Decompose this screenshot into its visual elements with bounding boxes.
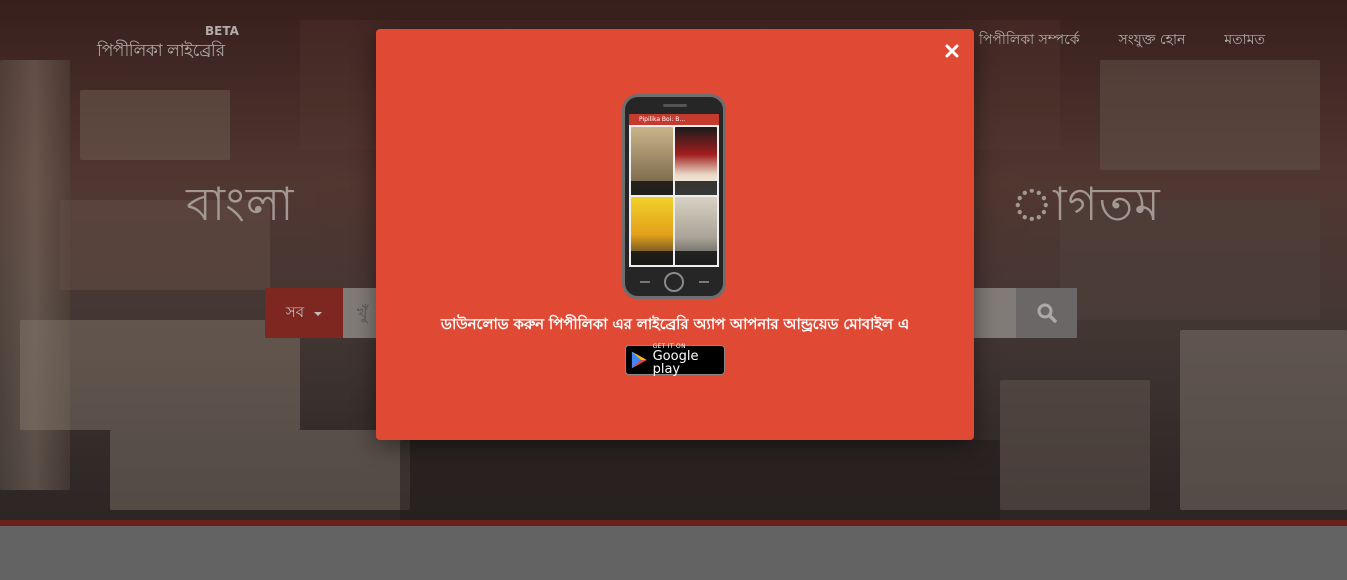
book-cover-grid (629, 125, 719, 267)
google-play-button[interactable]: GET IT ON Google play (625, 344, 725, 377)
book-cover (631, 127, 673, 195)
google-play-label: GET IT ON Google play (652, 344, 724, 377)
book-cover (631, 197, 673, 265)
close-icon[interactable] (944, 43, 960, 59)
app-bar-title: Pipilika Boi: B... (629, 114, 719, 125)
phone-back-key (640, 281, 650, 283)
google-play-icon (631, 351, 647, 369)
phone-home-button (664, 272, 684, 292)
app-promo-modal: Pipilika Boi: B... ডাউনলোড করুন পিপীলিকা… (376, 29, 974, 440)
phone-screen: Pipilika Boi: B... (629, 114, 719, 267)
book-cover (675, 197, 717, 265)
phone-mockup-image: Pipilika Boi: B... (622, 94, 726, 299)
phone-menu-key (699, 281, 709, 283)
download-app-message: ডাউনলোড করুন পিপীলিকা এর লাইব্রেরি অ্যাপ… (440, 315, 910, 333)
phone-speaker (663, 104, 687, 107)
google-play-big-text: Google play (652, 349, 699, 377)
book-cover (675, 127, 717, 195)
